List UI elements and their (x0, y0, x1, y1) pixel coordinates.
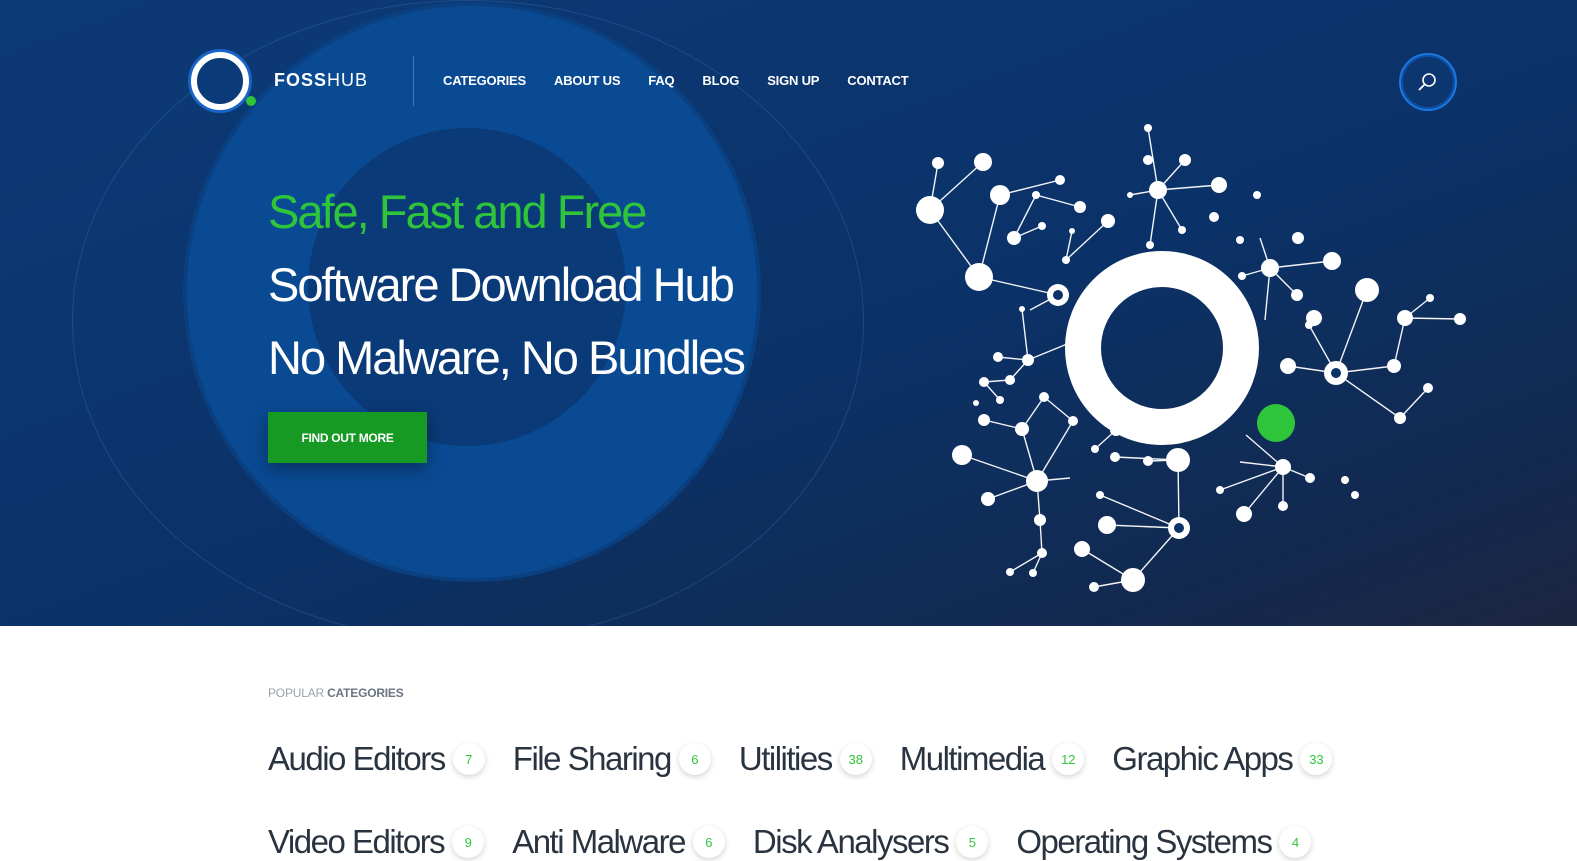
hero-section: FOSSHUB CATEGORIES ABOUT US FAQ BLOG SIG… (0, 0, 1577, 626)
category-name: Anti Malware (512, 823, 686, 860)
category-count: 38 (839, 743, 872, 775)
hero-headline-3: No Malware, No Bundles (268, 331, 746, 384)
category-name: Operating Systems (1016, 823, 1273, 860)
category-graphic-apps[interactable]: Graphic Apps 33 (1112, 740, 1333, 778)
category-count: 9 (452, 826, 485, 858)
search-icon (1418, 73, 1436, 91)
category-name: Audio Editors (268, 740, 446, 777)
category-count: 6 (678, 743, 711, 775)
category-row-2: Video Editors 9 Anti Malware 6 Disk Anal… (268, 823, 1312, 861)
brand-name[interactable]: FOSSHUB (274, 70, 368, 91)
category-anti-malware[interactable]: Anti Malware 6 (512, 823, 725, 861)
network-graph-illustration (916, 124, 1466, 592)
category-utilities[interactable]: Utilities 38 (739, 740, 872, 778)
fosshub-logo[interactable] (191, 52, 257, 110)
category-name: File Sharing (512, 740, 673, 777)
category-audio-editors[interactable]: Audio Editors 7 (268, 740, 485, 778)
logo-dot-icon (246, 96, 256, 106)
category-name: Graphic Apps (1112, 740, 1294, 777)
category-name: Video Editors (268, 823, 446, 860)
main-nav: CATEGORIES ABOUT US FAQ BLOG SIGN UP CON… (443, 73, 909, 88)
category-count: 5 (956, 826, 989, 858)
nav-categories[interactable]: CATEGORIES (443, 73, 526, 88)
category-name: Multimedia (899, 740, 1046, 777)
category-count: 12 (1052, 743, 1085, 775)
category-row-1: Audio Editors 7 File Sharing 6 Utilities… (268, 740, 1333, 778)
category-file-sharing[interactable]: File Sharing 6 (513, 740, 711, 778)
brand-thin: HUB (327, 70, 369, 90)
nav-about-us[interactable]: ABOUT US (554, 73, 620, 88)
category-name: Disk Analysers (752, 823, 950, 860)
category-count: 33 (1300, 743, 1333, 775)
popular-categories-label: POPULAR CATEGORIES (268, 686, 404, 700)
nav-sign-up[interactable]: SIGN UP (767, 73, 819, 88)
category-count: 6 (692, 826, 725, 858)
label-bold: CATEGORIES (327, 686, 404, 700)
category-name: Utilities (738, 740, 833, 777)
nav-faq[interactable]: FAQ (648, 73, 674, 88)
hero-headline-1: Safe, Fast and Free (268, 185, 647, 238)
nav-contact[interactable]: CONTACT (847, 73, 908, 88)
nav-blog[interactable]: BLOG (702, 73, 739, 88)
category-multimedia[interactable]: Multimedia 12 (900, 740, 1085, 778)
category-operating-systems[interactable]: Operating Systems 4 (1016, 823, 1312, 861)
hero-headline-2: Software Download Hub (268, 258, 735, 311)
nav-divider (413, 56, 414, 106)
label-light: POPULAR (268, 686, 324, 700)
brand-bold: FOSS (274, 70, 328, 90)
category-disk-analysers[interactable]: Disk Analysers 5 (752, 823, 989, 861)
category-count: 4 (1279, 826, 1312, 858)
category-video-editors[interactable]: Video Editors 9 (268, 823, 485, 861)
logo-ring-icon (191, 52, 249, 110)
find-out-more-button[interactable]: FIND OUT MORE (268, 412, 427, 463)
category-count: 7 (452, 743, 485, 775)
